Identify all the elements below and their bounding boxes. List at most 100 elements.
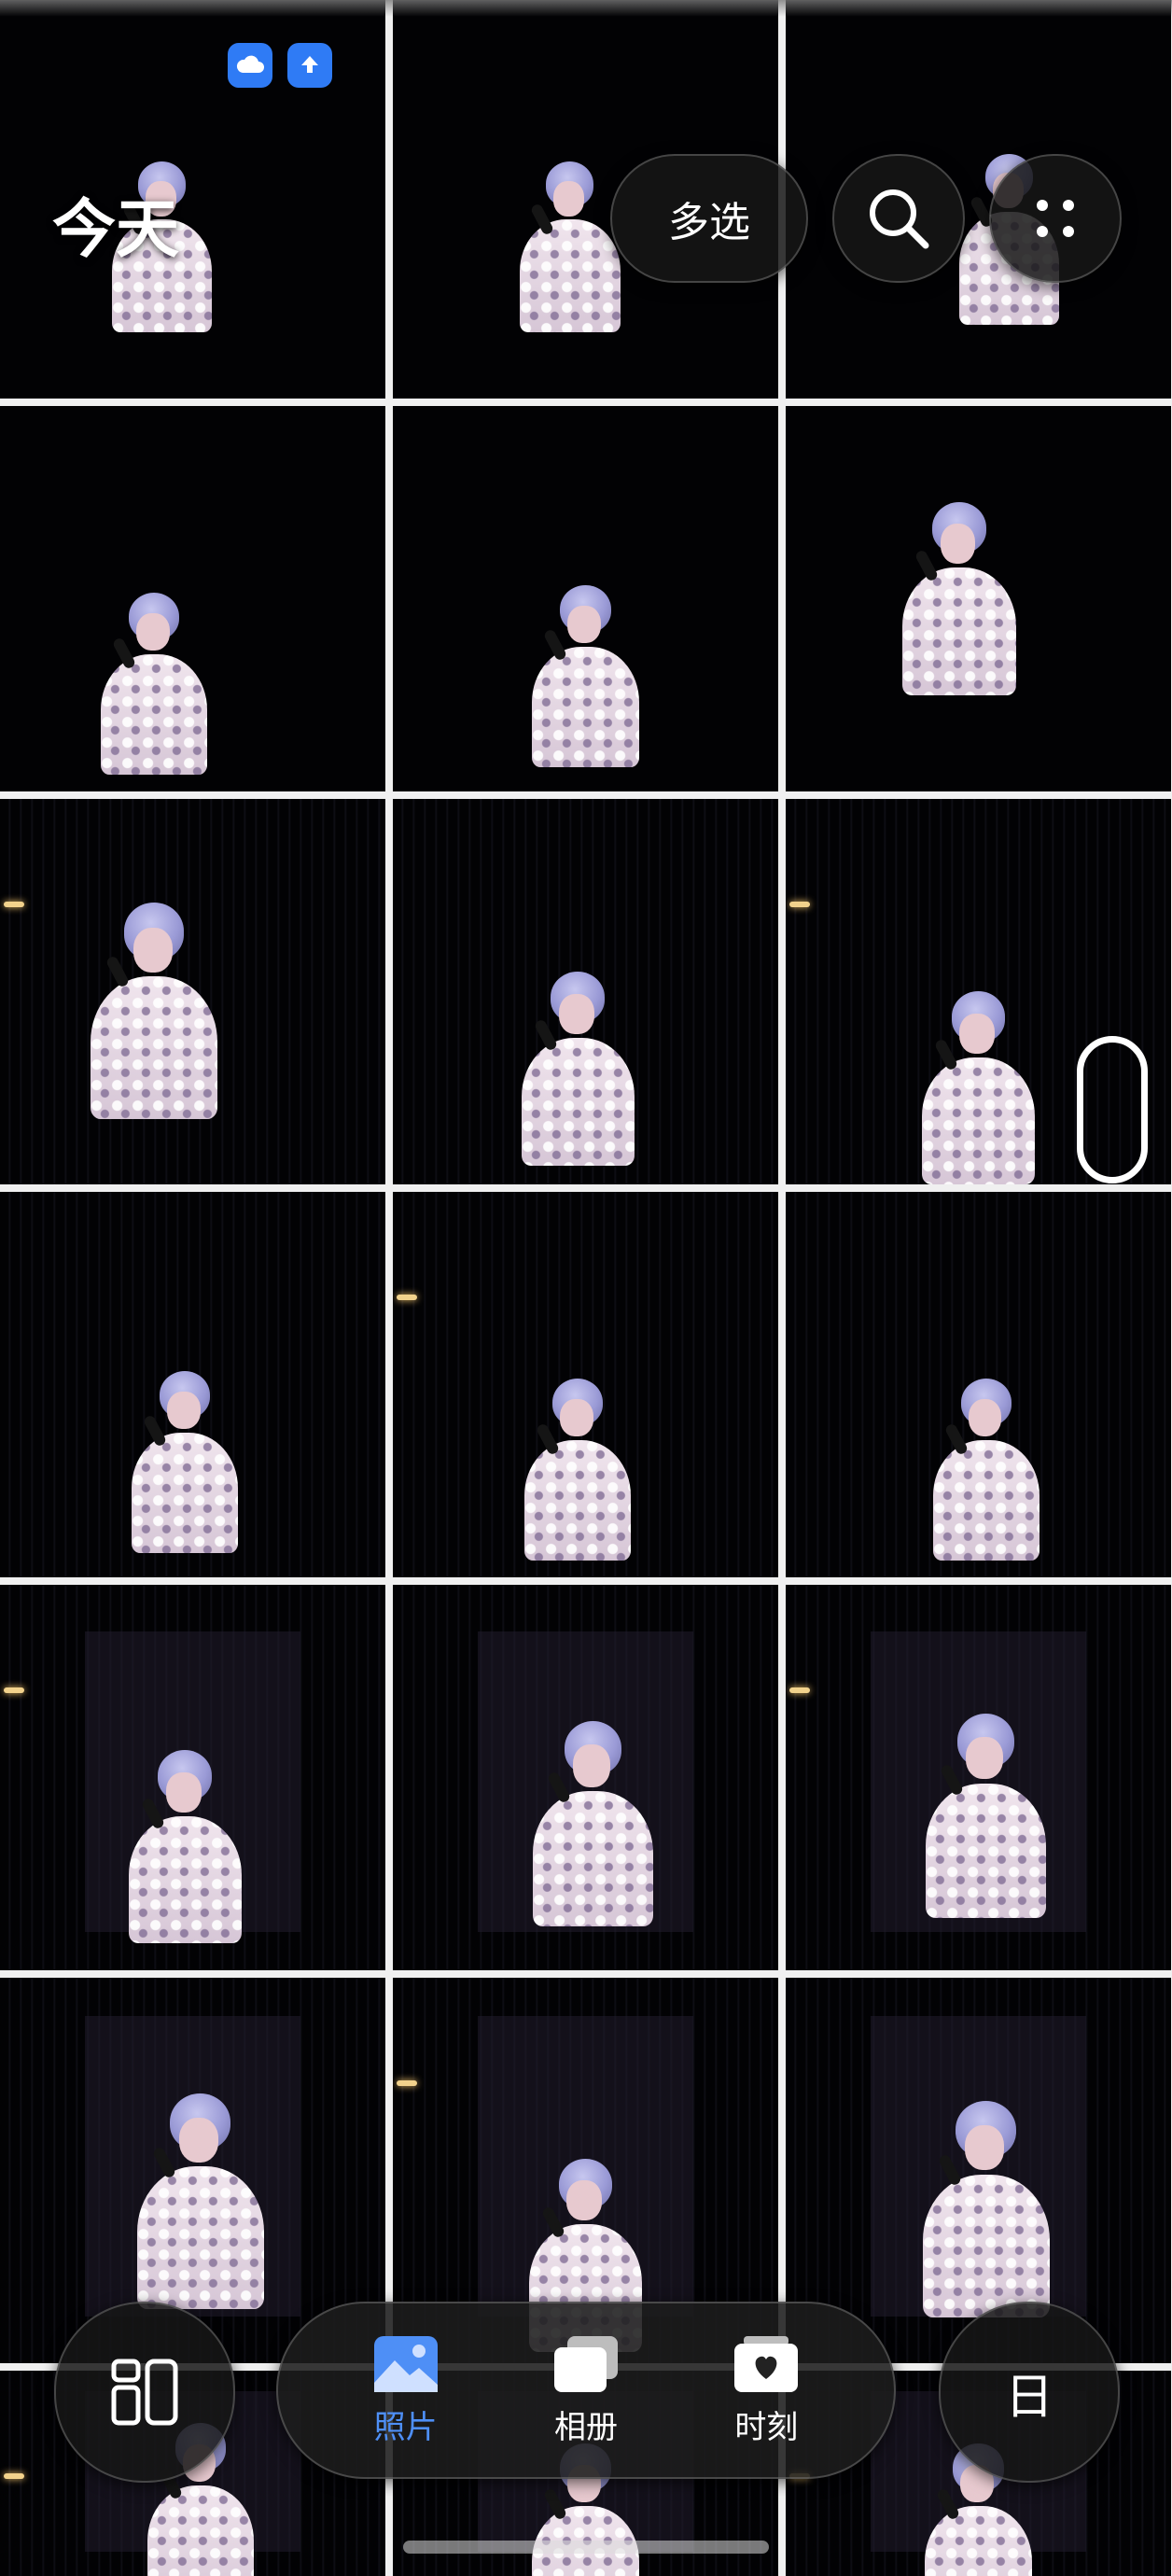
stage-light: [4, 2473, 24, 2479]
microphone: [151, 2145, 176, 2179]
singer-figure: [118, 1746, 253, 1944]
tab-albums[interactable]: 相册: [552, 2334, 620, 2447]
singer-face: [940, 524, 976, 565]
singer-figure: [78, 899, 230, 1119]
photo-thumbnail[interactable]: [786, 1192, 1171, 1577]
day-view-button[interactable]: 日: [939, 2302, 1120, 2483]
tab-albums-label: 相册: [553, 2408, 618, 2446]
fast-scroll-handle[interactable]: [1077, 1036, 1148, 1183]
singer-face: [133, 927, 173, 973]
microphone: [543, 2487, 568, 2522]
photo-grid: [0, 0, 1172, 2576]
tab-moments[interactable]: 时刻: [732, 2334, 800, 2447]
singer-jacket: [101, 654, 208, 775]
singer-jacket: [921, 1057, 1036, 1184]
singer-face: [573, 1744, 611, 1787]
stage-light: [789, 902, 810, 907]
singer-figure: [911, 987, 1046, 1184]
singer-face: [567, 605, 601, 644]
microphone: [546, 1771, 572, 1804]
stage-light: [4, 1687, 24, 1693]
tab-moments-label: 时刻: [734, 2408, 799, 2446]
upload-icon: [301, 56, 318, 73]
singer-face: [560, 1398, 593, 1437]
photo-thumbnail[interactable]: [393, 799, 778, 1184]
singer-figure: [522, 1717, 664, 1926]
stage-light: [789, 1687, 810, 1693]
singer-jacket: [922, 2174, 1050, 2317]
microphone: [105, 955, 131, 988]
microphone: [937, 2152, 962, 2187]
moments-icon: [734, 2335, 799, 2392]
photo-thumbnail[interactable]: [393, 1192, 778, 1577]
microphone: [140, 1797, 166, 1830]
singer-jacket: [926, 1783, 1046, 1919]
singer-figure: [125, 2089, 276, 2310]
microphone: [943, 1421, 969, 1456]
singer-jacket: [902, 567, 1016, 696]
singer-figure: [510, 159, 630, 333]
microphone: [936, 2487, 961, 2522]
layout-switch-icon: [111, 2359, 178, 2426]
singer-figure: [523, 581, 649, 767]
photo-thumbnail[interactable]: [0, 1192, 385, 1577]
singer-jacket: [533, 1790, 653, 1926]
singer-jacket: [524, 1440, 632, 1561]
singer-jacket: [932, 1440, 1039, 1561]
singer-jacket: [128, 1815, 242, 1944]
singer-figure: [892, 498, 1027, 696]
microphone: [939, 1763, 965, 1797]
stage-light: [397, 2080, 417, 2086]
tab-photos-label: 照片: [373, 2408, 438, 2446]
singer-face: [136, 612, 170, 651]
tab-photos[interactable]: 照片: [372, 2334, 440, 2447]
stage-light: [4, 902, 24, 907]
search-button[interactable]: [832, 154, 965, 283]
microphone: [540, 2205, 566, 2239]
photo-thumbnail[interactable]: [0, 1585, 385, 1970]
photo-thumbnail[interactable]: [786, 406, 1171, 791]
cloud-sync-badge[interactable]: [228, 43, 272, 88]
home-indicator: [403, 2541, 769, 2554]
singer-face: [167, 1391, 201, 1430]
status-bar: [0, 0, 1172, 17]
microphone: [533, 1018, 559, 1053]
photo-thumbnail[interactable]: [393, 1585, 778, 1970]
singer-face: [965, 2125, 1005, 2171]
singer-face: [559, 993, 594, 1034]
more-button[interactable]: [989, 154, 1122, 283]
multi-select-button[interactable]: 多选: [610, 154, 808, 283]
singer-face: [966, 1736, 1004, 1780]
singer-jacket: [146, 2485, 254, 2576]
singer-jacket: [520, 219, 621, 333]
photo-thumbnail[interactable]: [786, 1585, 1171, 1970]
microphone: [933, 1038, 959, 1071]
singer-face: [166, 1771, 202, 1813]
bottom-nav: 照片 相册 时刻: [276, 2302, 896, 2479]
microphone: [111, 636, 137, 670]
singer-jacket: [91, 975, 217, 1119]
more-grid-icon: [1037, 200, 1074, 237]
page-title: 今天: [52, 193, 180, 267]
singer-face: [553, 181, 585, 217]
singer-face: [959, 1013, 995, 1054]
stage-light: [397, 1295, 417, 1300]
microphone: [529, 203, 555, 236]
singer-jacket: [132, 1432, 239, 1553]
microphone: [535, 1421, 561, 1456]
search-icon: [870, 189, 929, 249]
singer-face: [968, 1398, 1002, 1437]
photo-thumbnail[interactable]: [0, 799, 385, 1184]
upload-badge[interactable]: [287, 43, 332, 88]
singer-jacket: [521, 1037, 635, 1166]
singer-figure: [514, 1375, 641, 1561]
photo-thumbnail[interactable]: [0, 1978, 385, 2363]
layout-switch-button[interactable]: [54, 2302, 235, 2483]
singer-figure: [923, 1375, 1050, 1561]
singer-jacket: [136, 2166, 264, 2310]
photo-thumbnail[interactable]: [786, 1978, 1171, 2363]
photo-thumbnail[interactable]: [0, 406, 385, 791]
singer-figure: [121, 1367, 248, 1553]
photo-thumbnail[interactable]: [393, 406, 778, 791]
singer-jacket: [532, 646, 639, 767]
